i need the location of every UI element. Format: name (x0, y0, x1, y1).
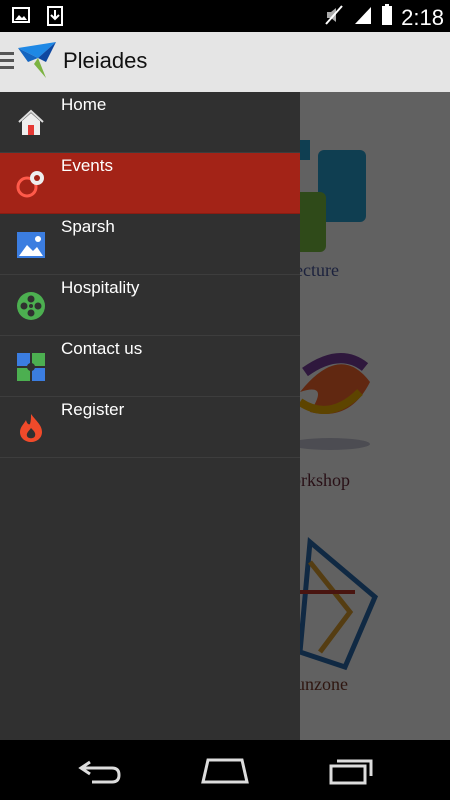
recent-apps-icon[interactable] (328, 754, 374, 791)
film-reel-icon (16, 291, 46, 321)
clock: 2:18 (401, 4, 444, 30)
drawer-item-register[interactable]: Register (0, 397, 300, 458)
puzzle-icon (16, 352, 46, 382)
signal-icon (353, 5, 373, 30)
drawer-item-label: Events (61, 156, 113, 175)
drawer-item-contact-us[interactable]: Contact us (0, 336, 300, 397)
drawer-item-hospitality[interactable]: Hospitality (0, 275, 300, 336)
drawer-item-events[interactable]: Events (0, 153, 300, 214)
system-navigation-bar (0, 740, 450, 800)
drawer-item-label: Sparsh (61, 217, 115, 236)
battery-icon (381, 4, 393, 31)
download-notification-icon (46, 6, 64, 31)
drawer-item-sparsh[interactable]: Sparsh (0, 214, 300, 275)
image-icon (16, 230, 46, 260)
home-icon (16, 108, 46, 138)
mute-icon (323, 4, 345, 31)
gallery-notification-icon (12, 6, 30, 31)
app-logo[interactable] (16, 40, 58, 85)
action-bar: Pleiades (0, 32, 450, 93)
drawer-item-home[interactable]: Home (0, 92, 300, 153)
events-icon (16, 169, 46, 199)
flame-icon (16, 413, 46, 443)
drawer-item-label: Home (61, 95, 107, 114)
drawer-item-label: Contact us (61, 339, 143, 358)
back-icon[interactable] (78, 754, 122, 791)
drawer-item-label: Register (61, 400, 125, 419)
home-button-icon[interactable] (200, 754, 250, 791)
drawer-toggle-icon[interactable] (0, 52, 14, 70)
app-title: Pleiades (63, 48, 148, 73)
status-bar: 2:18 (0, 0, 450, 32)
navigation-drawer: Home Events Sparsh Hospitality Contact u… (0, 92, 300, 740)
drawer-item-label: Hospitality (61, 278, 140, 297)
